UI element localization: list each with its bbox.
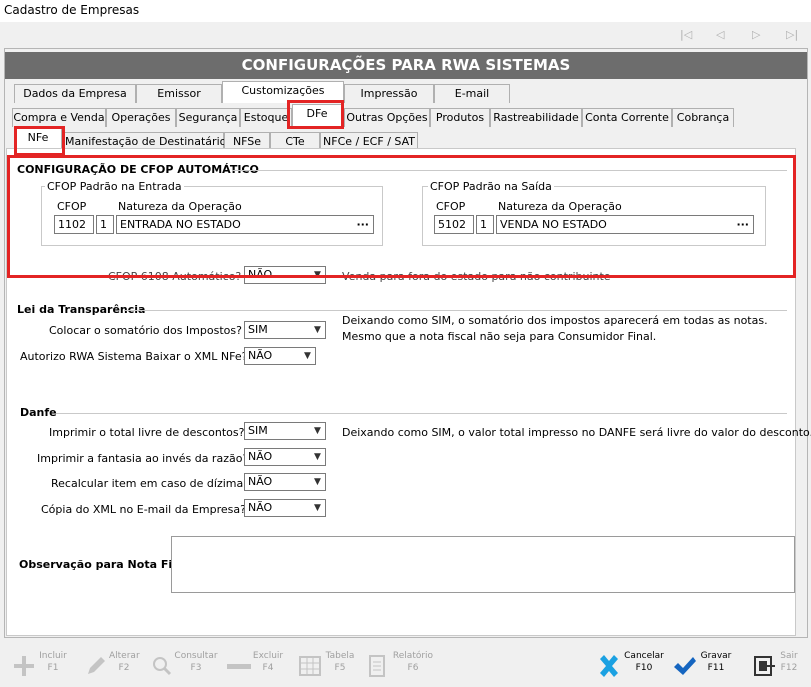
cancelar-button[interactable]: Cancelar F10 <box>623 650 665 674</box>
page-title: CONFIGURAÇÕES PARA RWA SISTEMAS <box>5 52 807 79</box>
cancelar-key: F10 <box>635 663 653 673</box>
tab-emissor[interactable]: Emissor <box>136 84 222 103</box>
copia-xml-value: NÃO <box>248 501 273 514</box>
somatorio-label: Colocar o somatório dos Impostos? <box>49 324 242 337</box>
incluir-button[interactable]: Incluir F1 <box>38 650 68 674</box>
divider <box>56 413 787 414</box>
total-livre-value: SIM <box>248 424 268 437</box>
tab-outras-opcoes[interactable]: Outras Opções <box>344 108 430 127</box>
excluir-key: F4 <box>262 663 274 673</box>
pencil-icon[interactable] <box>84 654 108 678</box>
recalcular-value: NÃO <box>248 475 273 488</box>
title-bar: Cadastro de Empresas <box>0 0 811 22</box>
minus-icon[interactable] <box>227 654 251 678</box>
total-livre-label: Imprimir o total livre de descontos? <box>49 426 245 439</box>
copia-xml-select[interactable]: NÃO ▼ <box>244 499 326 517</box>
recalcular-label: Recalcular item em caso de dízima? <box>51 477 250 490</box>
sair-label: Sair <box>780 651 798 661</box>
magnifier-icon[interactable] <box>150 654 174 678</box>
chevron-down-icon: ▼ <box>310 322 325 338</box>
table-icon[interactable] <box>298 654 322 678</box>
xml-download-value: NÃO <box>248 349 273 362</box>
tab-cobranca[interactable]: Cobrança <box>672 108 734 127</box>
consultar-button[interactable]: Consultar F3 <box>174 650 218 674</box>
copia-xml-label: Cópia do XML no E-mail da Empresa? <box>41 503 246 516</box>
tab-seguranca[interactable]: Segurança <box>176 108 240 127</box>
excluir-label: Excluir <box>252 651 284 661</box>
incluir-label: Incluir <box>39 651 67 661</box>
sair-key: F12 <box>780 663 798 673</box>
total-livre-note: Deixando como SIM, o valor total impress… <box>342 426 811 439</box>
chevron-down-icon: ▼ <box>300 348 315 364</box>
danfe-section-title: Danfe <box>20 406 57 419</box>
window-title: Cadastro de Empresas <box>4 3 140 17</box>
consultar-key: F3 <box>190 663 202 673</box>
chevron-down-icon: ▼ <box>310 474 325 490</box>
tab-email[interactable]: E-mail <box>434 84 510 103</box>
divider <box>124 310 787 311</box>
next-record-icon[interactable]: ▷ <box>752 28 760 41</box>
exit-door-icon[interactable] <box>752 654 776 678</box>
report-icon[interactable] <box>366 654 390 678</box>
somatorio-note-2: Mesmo que a nota fiscal não seja para Co… <box>342 330 657 343</box>
gravar-button[interactable]: Gravar F11 <box>700 650 732 674</box>
relatorio-label: Relatório <box>392 651 434 661</box>
fantasia-select[interactable]: NÃO ▼ <box>244 448 326 466</box>
tab-dados-empresa[interactable]: Dados da Empresa <box>14 84 136 103</box>
tab-conta-corrente[interactable]: Conta Corrente <box>582 108 672 127</box>
total-livre-select[interactable]: SIM ▼ <box>244 422 326 440</box>
somatorio-note-1: Deixando como SIM, o somatório dos impos… <box>342 314 768 327</box>
obs-label: Observação para Nota Fiscal <box>19 558 197 571</box>
chevron-down-icon: ▼ <box>310 500 325 516</box>
tab-impressao[interactable]: Impressão <box>344 84 434 103</box>
gravar-key: F11 <box>707 663 725 673</box>
checkmark-icon[interactable] <box>673 654 697 678</box>
tab-operacoes[interactable]: Operações <box>106 108 176 127</box>
tabela-label: Tabela <box>325 651 355 661</box>
somatorio-select[interactable]: SIM ▼ <box>244 321 326 339</box>
fantasia-label: Imprimir a fantasia ao invés da razão? <box>37 452 249 465</box>
first-record-icon[interactable]: |◁ <box>680 28 692 41</box>
plus-icon[interactable] <box>12 654 36 678</box>
alterar-label: Alterar <box>109 651 140 661</box>
obs-textarea[interactable] <box>171 536 795 593</box>
cancelar-label: Cancelar <box>624 651 664 661</box>
alterar-button[interactable]: Alterar F2 <box>109 650 140 674</box>
tab-produtos[interactable]: Produtos <box>430 108 490 127</box>
sair-button[interactable]: Sair F12 <box>778 650 800 674</box>
highlight-nfe-tab <box>14 126 65 156</box>
fantasia-value: NÃO <box>248 450 273 463</box>
last-record-icon[interactable]: ▷| <box>786 28 798 41</box>
relatorio-key: F6 <box>407 663 419 673</box>
tab-compra-venda[interactable]: Compra e Venda <box>12 108 106 127</box>
tab-rastreabilidade[interactable]: Rastreabilidade <box>490 108 582 127</box>
record-navigation: |◁ ◁ ▷ ▷| <box>676 28 806 42</box>
recalcular-select[interactable]: NÃO ▼ <box>244 473 326 491</box>
cancel-x-icon[interactable] <box>597 654 621 678</box>
highlight-dfe-tab <box>287 100 344 129</box>
somatorio-value: SIM <box>248 323 268 336</box>
prev-record-icon[interactable]: ◁ <box>716 28 724 41</box>
consultar-label: Consultar <box>174 651 218 661</box>
gravar-label: Gravar <box>700 651 732 661</box>
tabela-key: F5 <box>334 663 346 673</box>
xml-download-select[interactable]: NÃO ▼ <box>244 347 316 365</box>
excluir-button[interactable]: Excluir F4 <box>252 650 284 674</box>
relatorio-button[interactable]: Relatório F6 <box>392 650 434 674</box>
highlight-cfop-section <box>7 155 796 278</box>
alterar-key: F2 <box>118 663 130 673</box>
tabela-button[interactable]: Tabela F5 <box>324 650 356 674</box>
chevron-down-icon: ▼ <box>310 449 325 465</box>
chevron-down-icon: ▼ <box>310 423 325 439</box>
tab-estoque[interactable]: Estoque <box>240 108 292 127</box>
xml-download-label: Autorizo RWA Sistema Baixar o XML NFe? <box>20 350 248 363</box>
incluir-key: F1 <box>47 663 59 673</box>
